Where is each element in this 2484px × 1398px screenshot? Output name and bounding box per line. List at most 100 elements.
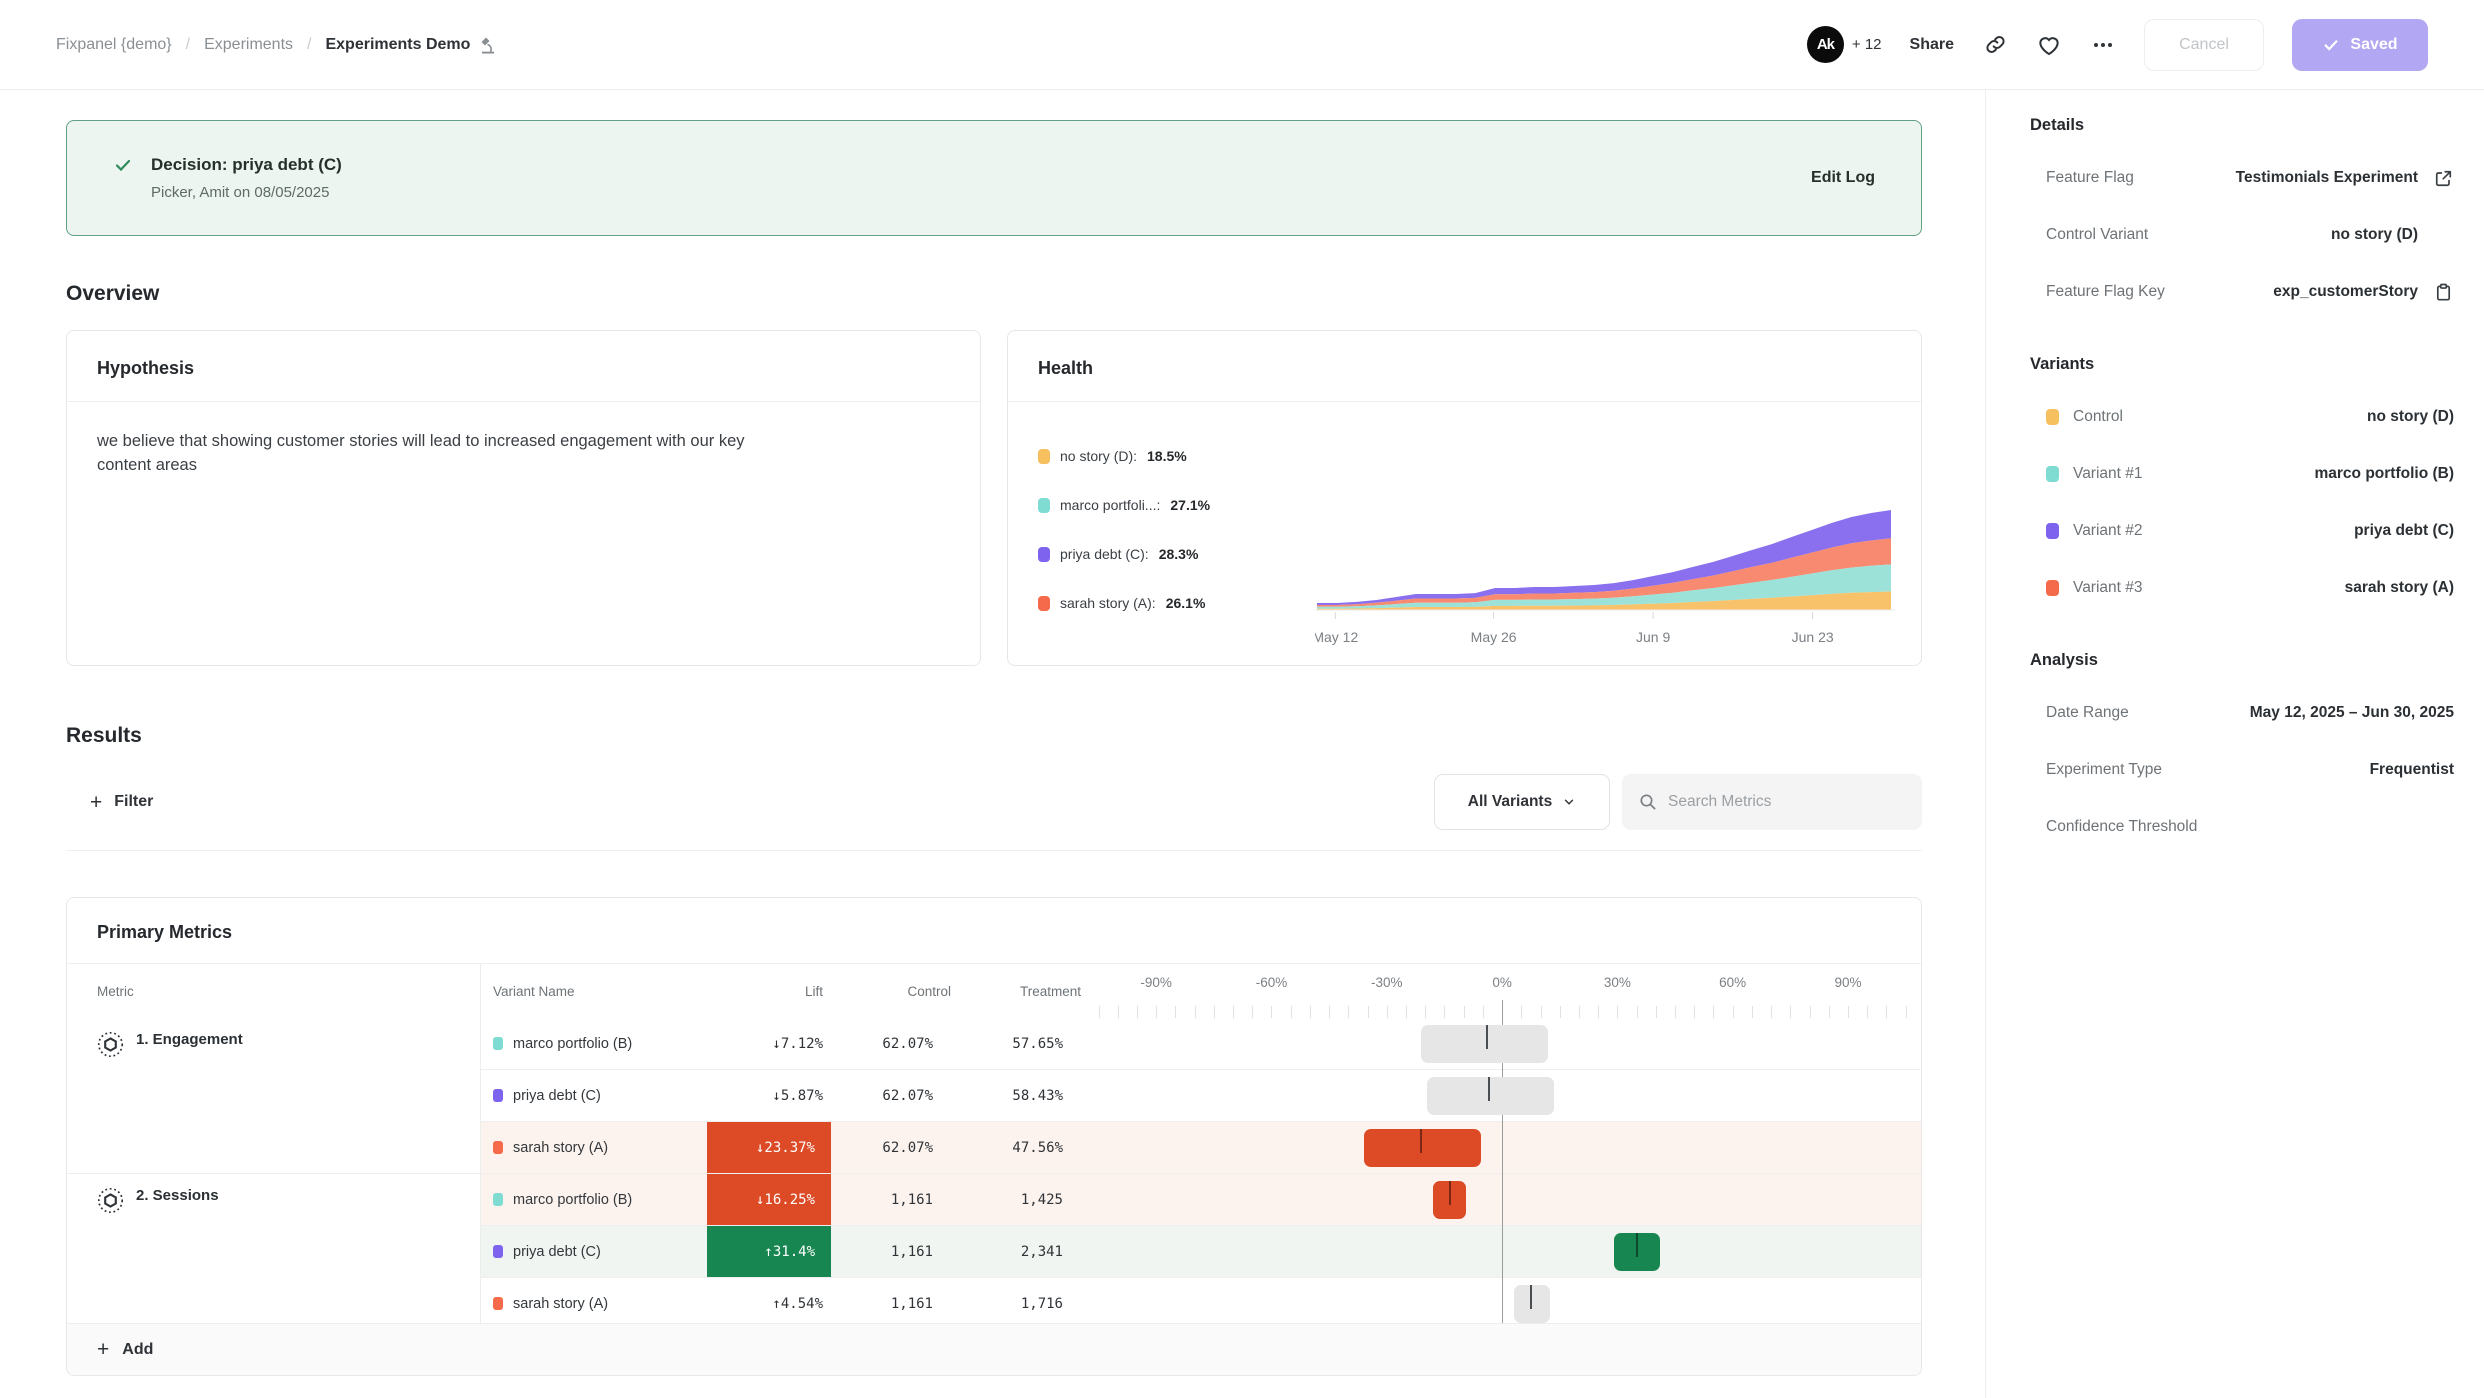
ruler-tick — [1310, 1006, 1311, 1018]
divider — [66, 850, 1922, 851]
collaborators[interactable]: Ak + 12 — [1807, 26, 1882, 63]
treatment-value-cell: 57.65% — [957, 1018, 1087, 1070]
variant-label: Control — [2073, 408, 2123, 426]
confidence-interval-midpoint — [1420, 1129, 1422, 1153]
variant-swatch — [493, 1297, 503, 1310]
treatment-value: 47.56% — [1012, 1140, 1063, 1156]
lift-cell: ↑31.4% — [707, 1226, 831, 1278]
treatment-value: 1,425 — [1021, 1192, 1063, 1208]
ruler-tick — [1387, 1006, 1388, 1018]
add-filter-button[interactable]: + Filter — [90, 792, 153, 813]
metric-variant-row[interactable]: 1. Engagementmarco portfolio (B)↓7.12%62… — [67, 1018, 1921, 1070]
legend-value: 28.3% — [1159, 546, 1199, 562]
lift-cell: ↓16.25% — [707, 1174, 831, 1226]
analysis-row: Experiment TypeFrequentist — [2030, 753, 2454, 787]
ruler-tick — [1560, 1006, 1561, 1018]
control-value: 1,161 — [891, 1296, 933, 1312]
legend-swatch — [1038, 596, 1050, 611]
ruler-tick — [1886, 1006, 1887, 1018]
favorite-heart-icon[interactable] — [2036, 32, 2062, 58]
col-lift: Lift — [707, 964, 831, 1018]
metric-variant-row[interactable]: priya debt (C)↓5.87%62.07%58.43% — [67, 1070, 1921, 1122]
variant-swatch — [493, 1089, 503, 1102]
collaborator-count: + 12 — [1852, 36, 1882, 53]
health-title: Health — [1038, 358, 1891, 379]
target-icon — [97, 1031, 124, 1058]
breadcrumb-project[interactable]: Fixpanel {demo} — [56, 36, 172, 54]
confidence-interval-cell — [1087, 1226, 1921, 1278]
metric-cell — [67, 1226, 481, 1278]
metric-variant-row[interactable]: 2. Sessionsmarco portfolio (B)↓16.25%1,1… — [67, 1174, 1921, 1226]
detail-value[interactable]: Testimonials Experiment — [2236, 169, 2418, 187]
chevron-down-icon — [1562, 795, 1576, 809]
avatar[interactable]: Ak — [1807, 26, 1844, 63]
decision-title: Decision: priya debt (C) — [151, 155, 342, 175]
hypothesis-card: Hypothesis we believe that showing custo… — [66, 330, 981, 666]
treatment-value: 2,341 — [1021, 1244, 1063, 1260]
metric-variant-row[interactable]: sarah story (A)↓23.37%62.07%47.56% — [67, 1122, 1921, 1174]
confidence-interval-midpoint — [1486, 1025, 1488, 1049]
legend-item: no story (D): 18.5% — [1038, 448, 1315, 464]
cancel-button[interactable]: Cancel — [2144, 19, 2264, 71]
lift-axis-header: -90%-60%-30%0%30%60%90% — [1087, 964, 1921, 1018]
edit-log-button[interactable]: Edit Log — [1811, 169, 1875, 187]
search-metrics-box — [1622, 774, 1922, 830]
col-control: Control — [831, 964, 957, 1018]
metric-cell — [67, 1070, 481, 1122]
control-value: 62.07% — [882, 1036, 933, 1052]
lift-axis-label: 60% — [1719, 975, 1746, 990]
clipboard-icon[interactable] — [2432, 283, 2454, 302]
ruler-tick — [1521, 1006, 1522, 1018]
ruler-tick — [1752, 1006, 1753, 1018]
ruler-tick — [1848, 1006, 1849, 1018]
ruler-tick — [1271, 1006, 1272, 1018]
variant-value: priya debt (C) — [2354, 522, 2454, 540]
variant-value: sarah story (A) — [2345, 579, 2454, 597]
ruler-tick — [1406, 1006, 1407, 1018]
treatment-value: 57.65% — [1012, 1036, 1063, 1052]
share-button[interactable]: Share — [1910, 36, 1954, 54]
ruler-tick — [1906, 1006, 1907, 1018]
ruler-tick — [1156, 1006, 1157, 1018]
decision-subtitle: Picker, Amit on 08/05/2025 — [151, 184, 342, 201]
decision-banner: Decision: priya debt (C) Picker, Amit on… — [66, 120, 1922, 236]
variant-color-swatch — [2046, 409, 2059, 425]
saved-button[interactable]: Saved — [2292, 19, 2428, 71]
more-options-icon[interactable] — [2090, 32, 2116, 58]
copy-link-icon[interactable] — [1982, 32, 2008, 58]
ruler-tick — [1252, 1006, 1253, 1018]
legend-value: 18.5% — [1147, 448, 1187, 464]
treatment-value-cell: 1,425 — [957, 1174, 1087, 1226]
lift-axis-label: 0% — [1492, 975, 1512, 990]
health-card-header: Health — [1008, 331, 1921, 402]
all-variants-dropdown[interactable]: All Variants — [1434, 774, 1610, 830]
detail-row: Feature FlagTestimonials Experiment — [2030, 161, 2454, 195]
variant-value: marco portfolio (B) — [2315, 465, 2455, 483]
ruler-tick — [1810, 1006, 1811, 1018]
hypothesis-card-header: Hypothesis — [67, 331, 980, 402]
breadcrumb-experiments[interactable]: Experiments — [204, 36, 293, 54]
treatment-value-cell: 2,341 — [957, 1226, 1087, 1278]
analysis-label: Confidence Threshold — [2046, 818, 2197, 836]
lift-axis-label: -90% — [1140, 975, 1172, 990]
col-metric: Metric — [67, 964, 481, 1018]
legend-swatch — [1038, 449, 1050, 464]
confidence-interval-midpoint — [1449, 1181, 1451, 1205]
variant-name-cell: marco portfolio (B) — [481, 1174, 707, 1226]
variant-color-swatch — [2046, 580, 2059, 596]
lift-axis-label: 30% — [1604, 975, 1631, 990]
lift-badge: ↑31.4% — [707, 1226, 831, 1277]
add-metric-button[interactable]: + Add — [67, 1323, 1921, 1375]
ruler-tick — [1291, 1006, 1292, 1018]
ruler-tick — [1867, 1006, 1868, 1018]
search-metrics-input[interactable] — [1668, 793, 1906, 811]
ruler-tick — [1464, 1006, 1465, 1018]
analysis-row: Date RangeMay 12, 2025 – Jun 30, 2025 — [2030, 696, 2454, 730]
treatment-value: 58.43% — [1012, 1088, 1063, 1104]
control-value-cell: 1,161 — [831, 1226, 957, 1278]
control-value-cell: 1,161 — [831, 1174, 957, 1226]
variant-row: Variant #3sarah story (A) — [2030, 571, 2454, 605]
confidence-interval-cell — [1087, 1070, 1921, 1122]
external-link-icon[interactable] — [2432, 169, 2454, 188]
metric-variant-row[interactable]: priya debt (C)↑31.4%1,1612,341 — [67, 1226, 1921, 1278]
